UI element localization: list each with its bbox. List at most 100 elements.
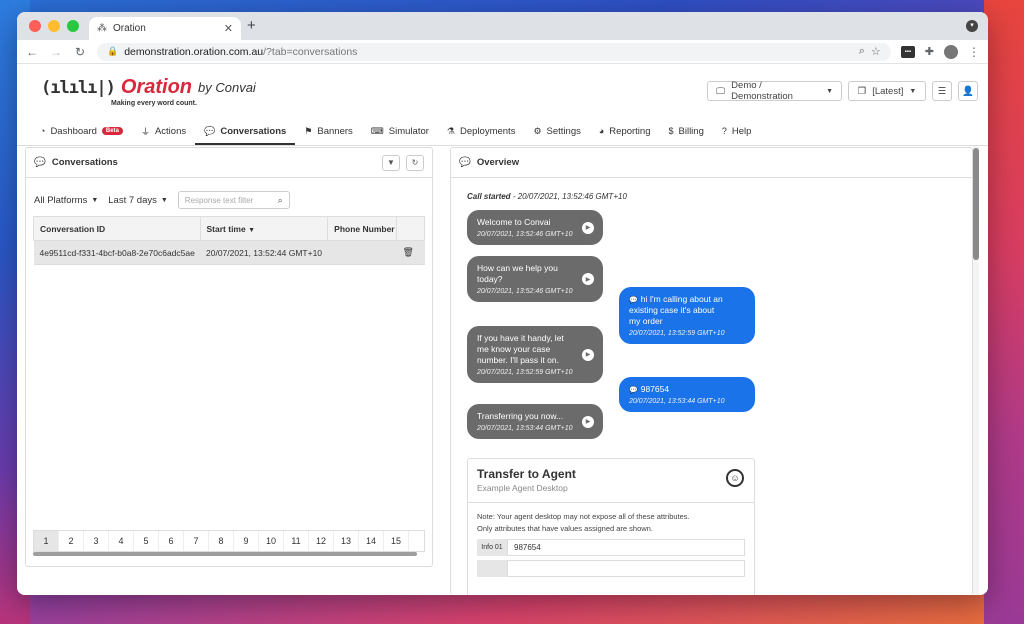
back-icon[interactable]: ← — [25, 45, 39, 59]
attribute-row: Info 01 987654 — [477, 539, 745, 556]
page-button[interactable]: 4 — [109, 531, 134, 551]
call-started-label: Call started — [467, 192, 511, 201]
play-icon[interactable]: ▶ — [582, 273, 594, 286]
close-tab-icon[interactable]: ✕ — [224, 22, 233, 35]
column-start-time[interactable]: Start time ▼ — [199, 216, 329, 241]
platform-filter-label: All Platforms — [34, 194, 88, 206]
page-button[interactable]: 15 — [384, 531, 409, 551]
column-conversation-id[interactable]: Conversation ID — [33, 216, 201, 241]
trash-icon[interactable]: 🗑 — [403, 247, 414, 257]
address-bar[interactable]: 🔒 demonstration.oration.com.au/?tab=conv… — [97, 42, 891, 61]
nav-dashboard[interactable]: ◔ Dashboard Beta — [31, 119, 132, 145]
chat-icon: 💬 — [204, 125, 216, 136]
nav-actions[interactable]: ⏚ Actions — [132, 119, 195, 145]
bot-message: How can we help you today? 20/07/2021, 1… — [467, 256, 603, 303]
scrollbar-thumb[interactable] — [973, 148, 979, 260]
page-button[interactable]: 11 — [284, 531, 309, 551]
browser-menu-icon[interactable]: ⋮ — [968, 45, 980, 59]
caret-down-icon: ▼ — [826, 87, 833, 95]
question-icon: ? — [721, 126, 727, 136]
new-tab-button[interactable]: + — [247, 17, 256, 34]
minimize-window-button[interactable] — [48, 20, 60, 32]
chat-icon: 💬 — [34, 157, 46, 168]
tab-strip: ⁂ Oration ✕ + ▾ — [17, 12, 988, 40]
page-button[interactable]: 9 — [234, 531, 259, 551]
caret-down-icon: ▼ — [91, 196, 99, 204]
page-scrollbar[interactable] — [973, 146, 979, 595]
menu-button[interactable]: ☰ — [932, 81, 952, 101]
nav-help[interactable]: ? Help — [713, 119, 761, 145]
extension-icon[interactable]: ▪▪▪ — [900, 45, 915, 58]
page-button[interactable]: 14 — [359, 531, 384, 551]
attribute-value: 987654 — [507, 539, 745, 556]
date-filter[interactable]: Last 7 days ▼ — [108, 195, 168, 206]
nav-simulator[interactable]: ⌨ Simulator — [362, 119, 438, 145]
panel-title: Overview — [476, 157, 520, 168]
nav-conversations[interactable]: 💬 Conversations — [195, 119, 296, 145]
message-content: 987654 — [640, 384, 670, 394]
table-row[interactable]: 4e9511cd-f331-4bcf-b0a8-2e70c6adc5ae 20/… — [33, 240, 425, 265]
conversations-panel: 💬 Conversations ▼ ↻ All Platforms ▼ Last … — [25, 147, 433, 567]
tab-search-icon[interactable]: ▾ — [966, 20, 978, 32]
attribute-key: Info 01 — [477, 539, 507, 556]
page-button[interactable]: 2 — [59, 531, 84, 551]
pagination-scrollbar[interactable] — [33, 552, 417, 556]
pagination: 1 2 3 4 5 6 7 8 9 10 11 12 13 14 15 — [33, 530, 425, 552]
nav-label: Reporting — [609, 125, 651, 137]
keyboard-icon: ⌨ — [370, 125, 384, 136]
nav-reporting[interactable]: ◕ Reporting — [590, 119, 660, 145]
waveform-icon: ⁂ — [97, 23, 107, 34]
page-button[interactable]: 7 — [184, 531, 209, 551]
extensions-puzzle-icon[interactable]: ✚ — [925, 45, 934, 58]
profile-avatar[interactable] — [944, 44, 958, 59]
flask-icon: ⚗ — [446, 125, 455, 136]
cell-start-time: 20/07/2021, 13:52:44 GMT+10 — [200, 240, 328, 265]
nav-label: Dashboard — [50, 125, 97, 137]
page-button[interactable]: 8 — [209, 531, 234, 551]
caret-down-icon: ▼ — [160, 196, 168, 204]
oration-logo[interactable]: (ılılı|) Oration by Convai Making every … — [41, 76, 256, 107]
filter-button[interactable]: ▼ — [382, 154, 400, 171]
page-button[interactable]: 5 — [134, 531, 159, 551]
window-controls — [29, 20, 79, 32]
page-button[interactable]: 6 — [159, 531, 184, 551]
bookmark-star-icon[interactable]: ☆ — [871, 45, 881, 58]
play-icon[interactable]: ▶ — [582, 348, 594, 361]
header-controls: 🖵 Demo / Demonstration ▼ ❐ [Latest] ▼ ☰ … — [707, 80, 978, 102]
nav-label: Banners — [317, 125, 353, 137]
forward-icon[interactable]: → — [49, 45, 63, 59]
logo-by: by Convai — [198, 80, 256, 95]
nav-banners[interactable]: ⚑ Banners — [295, 119, 361, 145]
logo-tagline: Making every word count. — [111, 100, 197, 107]
play-icon[interactable]: ▶ — [582, 415, 594, 428]
page-button[interactable]: 1 — [34, 531, 59, 551]
url-host: demonstration.oration.com.au — [124, 45, 264, 58]
org-selector[interactable]: 🖵 Demo / Demonstration ▼ — [707, 80, 842, 102]
zoom-icon[interactable]: ⌕ — [859, 45, 865, 58]
response-text-filter-input[interactable] — [184, 195, 278, 205]
play-icon[interactable]: ▶ — [582, 221, 594, 234]
beta-badge: Beta — [101, 127, 123, 135]
column-phone-number[interactable]: Phone Number — [327, 216, 398, 241]
nav-settings[interactable]: ⚙ Settings — [524, 119, 589, 145]
call-started: Call started - 20/07/2021, 13:52:46 GMT+… — [467, 192, 627, 201]
message-text: If you have it handy, let me know your c… — [477, 333, 564, 366]
page-button[interactable]: 3 — [84, 531, 109, 551]
page-button[interactable]: 10 — [259, 531, 284, 551]
maximize-window-button[interactable] — [67, 20, 79, 32]
version-selector[interactable]: ❐ [Latest] ▼ — [848, 81, 926, 101]
user-button[interactable]: 👤 — [958, 81, 978, 101]
refresh-button[interactable]: ↻ — [406, 154, 424, 171]
page-button[interactable]: 13 — [334, 531, 359, 551]
page-button[interactable]: 12 — [309, 531, 334, 551]
close-window-button[interactable] — [29, 20, 41, 32]
nav-deployments[interactable]: ⚗ Deployments — [438, 119, 525, 145]
attribute-value — [507, 560, 745, 577]
browser-tab[interactable]: ⁂ Oration ✕ — [89, 17, 241, 40]
search-icon[interactable]: ⌕ — [278, 195, 283, 206]
nav-billing[interactable]: $ Billing — [660, 119, 713, 145]
reload-icon[interactable]: ↻ — [73, 45, 87, 59]
column-label: Start time — [206, 223, 246, 234]
platform-filter[interactable]: All Platforms ▼ — [34, 195, 98, 206]
transfer-to-agent-card: Transfer to Agent Example Agent Desktop … — [467, 458, 755, 595]
